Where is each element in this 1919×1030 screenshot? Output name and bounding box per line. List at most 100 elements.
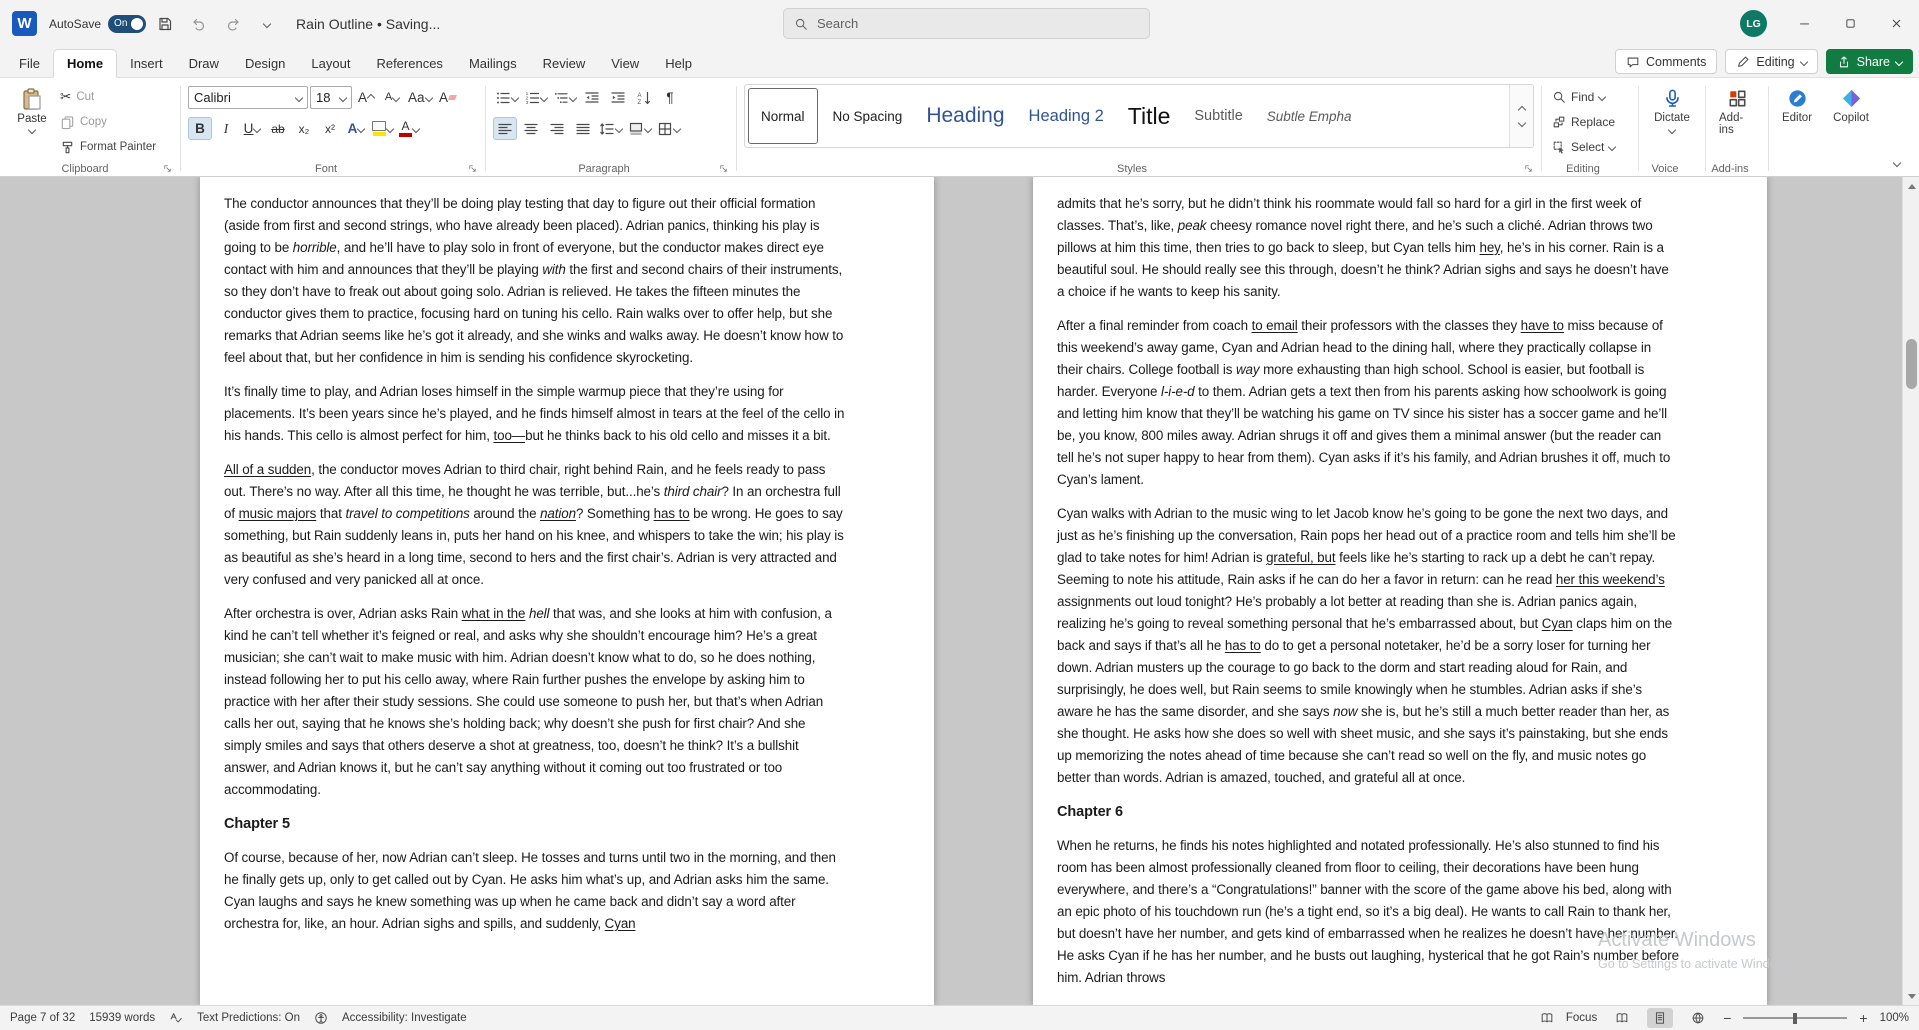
- tab-help[interactable]: Help: [652, 50, 705, 77]
- word-count[interactable]: 15939 words: [89, 1012, 155, 1024]
- quick-access-menu-button[interactable]: [252, 9, 282, 39]
- align-center-button[interactable]: [519, 117, 543, 140]
- autosave-toggle[interactable]: On: [108, 14, 147, 33]
- decrease-indent-button[interactable]: [580, 86, 604, 109]
- minimize-button[interactable]: [1781, 0, 1827, 47]
- line-spacing-button[interactable]: [597, 117, 624, 140]
- collapse-ribbon-button[interactable]: [1887, 155, 1907, 171]
- bullets-button[interactable]: [493, 86, 520, 109]
- grow-font-button[interactable]: A: [354, 86, 378, 109]
- zoom-thumb[interactable]: [1793, 1012, 1798, 1024]
- vertical-scrollbar[interactable]: [1902, 177, 1919, 1005]
- change-case-button[interactable]: Aa: [406, 86, 434, 109]
- style-no-spacing[interactable]: No Spacing: [821, 85, 915, 147]
- word-app-icon[interactable]: W: [12, 11, 37, 36]
- strikethrough-button[interactable]: ab: [266, 117, 290, 140]
- document-title[interactable]: Rain Outline • Saving...: [296, 16, 440, 32]
- proofing-icon[interactable]: [169, 1011, 183, 1025]
- shrink-font-button[interactable]: A: [380, 86, 404, 109]
- font-color-button[interactable]: A: [397, 117, 421, 140]
- underline-button[interactable]: U: [240, 117, 264, 140]
- close-button[interactable]: [1873, 0, 1919, 47]
- page-left[interactable]: The conductor announces that they’ll be …: [200, 177, 934, 1005]
- zoom-slider[interactable]: [1743, 1010, 1848, 1026]
- styles-dialog-launcher[interactable]: [1523, 161, 1536, 174]
- accessibility-icon[interactable]: [314, 1011, 328, 1025]
- read-mode-button[interactable]: [1609, 1008, 1635, 1028]
- style-heading1[interactable]: Heading: [914, 85, 1016, 147]
- share-button[interactable]: Share: [1825, 49, 1913, 74]
- web-layout-button[interactable]: [1685, 1008, 1711, 1028]
- tab-draw[interactable]: Draw: [176, 50, 232, 77]
- replace-button[interactable]: Replace: [1549, 109, 1631, 134]
- addins-button[interactable]: Add-ins: [1713, 84, 1761, 136]
- comments-button[interactable]: Comments: [1614, 49, 1718, 74]
- focus-button[interactable]: Focus: [1566, 1012, 1597, 1024]
- scroll-down-button[interactable]: [1903, 988, 1919, 1004]
- tab-review[interactable]: Review: [530, 50, 599, 77]
- superscript-button[interactable]: x²: [318, 117, 342, 140]
- style-heading2[interactable]: Heading 2: [1017, 85, 1116, 147]
- borders-button[interactable]: [655, 117, 682, 140]
- tab-insert[interactable]: Insert: [117, 50, 176, 77]
- style-title[interactable]: Title: [1116, 85, 1183, 147]
- clear-formatting-button[interactable]: A: [436, 86, 460, 109]
- print-layout-button[interactable]: [1647, 1008, 1674, 1028]
- tab-layout[interactable]: Layout: [298, 50, 363, 77]
- tab-home[interactable]: Home: [52, 49, 118, 78]
- page-indicator[interactable]: Page 7 of 32: [10, 1012, 75, 1024]
- format-painter-button[interactable]: Format Painter: [57, 136, 159, 158]
- subscript-button[interactable]: x₂: [292, 117, 316, 140]
- paste-button[interactable]: Paste: [11, 84, 53, 158]
- clipboard-dialog-launcher[interactable]: [162, 161, 175, 174]
- sort-button[interactable]: [632, 86, 656, 109]
- text-predictions-status[interactable]: Text Predictions: On: [197, 1012, 300, 1024]
- zoom-out-button[interactable]: −: [1723, 1011, 1731, 1025]
- redo-button[interactable]: [218, 9, 248, 39]
- align-left-button[interactable]: [493, 117, 517, 140]
- paragraph-dialog-launcher[interactable]: [718, 161, 731, 174]
- search-input[interactable]: Search: [783, 8, 1150, 39]
- tab-file[interactable]: File: [6, 50, 53, 77]
- tab-design[interactable]: Design: [232, 50, 298, 77]
- scrollbar-thumb[interactable]: [1906, 339, 1917, 389]
- font-size-select[interactable]: 18: [310, 86, 352, 109]
- find-button[interactable]: Find: [1549, 84, 1631, 109]
- align-right-button[interactable]: [545, 117, 569, 140]
- accessibility-status[interactable]: Accessibility: Investigate: [342, 1012, 467, 1024]
- highlight-color-button[interactable]: [370, 117, 395, 140]
- multilevel-list-button[interactable]: [551, 86, 578, 109]
- cut-button[interactable]: ✂ Cut: [57, 86, 159, 108]
- font-dialog-launcher[interactable]: [467, 161, 480, 174]
- style-subtitle[interactable]: Subtitle: [1182, 85, 1254, 147]
- undo-button[interactable]: [184, 9, 214, 39]
- font-family-select[interactable]: Calibri: [188, 86, 308, 109]
- save-button[interactable]: [150, 9, 180, 39]
- shading-button[interactable]: [626, 117, 653, 140]
- justify-button[interactable]: [571, 117, 595, 140]
- numbering-button[interactable]: [522, 86, 549, 109]
- page-right-content[interactable]: admits that he’s sorry, but he didn’t th…: [1033, 177, 1767, 989]
- text-effects-button[interactable]: A: [344, 117, 368, 140]
- scroll-up-button[interactable]: [1903, 178, 1919, 194]
- editor-button[interactable]: Editor: [1776, 84, 1818, 124]
- zoom-level[interactable]: 100%: [1880, 1012, 1909, 1024]
- dictate-button[interactable]: Dictate: [1646, 84, 1698, 135]
- select-button[interactable]: Select: [1549, 134, 1631, 159]
- maximize-button[interactable]: [1827, 0, 1873, 47]
- copilot-button[interactable]: Copilot: [1828, 84, 1874, 124]
- copy-button[interactable]: Copy: [57, 111, 159, 133]
- page-left-content[interactable]: The conductor announces that they’ll be …: [200, 177, 934, 935]
- bold-button[interactable]: B: [188, 117, 212, 140]
- italic-button[interactable]: I: [214, 117, 238, 140]
- tab-view[interactable]: View: [598, 50, 652, 77]
- show-formatting-button[interactable]: ¶: [658, 86, 682, 109]
- style-normal[interactable]: Normal: [748, 88, 818, 144]
- editing-mode-button[interactable]: Editing: [1725, 49, 1818, 74]
- tab-references[interactable]: References: [363, 50, 455, 77]
- page-right[interactable]: admits that he’s sorry, but he didn’t th…: [1033, 177, 1767, 1005]
- tab-mailings[interactable]: Mailings: [456, 50, 530, 77]
- avatar[interactable]: LG: [1740, 10, 1767, 37]
- increase-indent-button[interactable]: [606, 86, 630, 109]
- styles-gallery-more-button[interactable]: [1509, 85, 1533, 147]
